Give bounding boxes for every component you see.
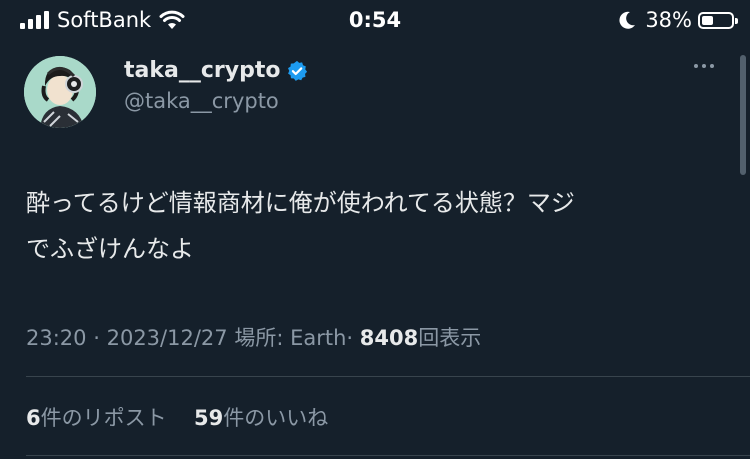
status-bar: SoftBank 0:54 38%: [0, 0, 750, 44]
engagement-stats: 6件のリポスト 59件のいいね: [26, 402, 328, 432]
view-label: 回表示: [418, 326, 482, 350]
right-status-group: 38%: [617, 8, 738, 32]
moon-icon: [619, 11, 636, 29]
battery-fill: [702, 15, 713, 25]
tweet-meta: 23:20 · 2023/12/27 場所: Earth· 8408回表示: [26, 322, 481, 352]
like-label: 件のいいね: [223, 406, 329, 430]
tweet-text: 酔ってるけど情報商材に俺が使われてる状態？マジ でふざけんなよ: [26, 180, 726, 272]
battery-percent: 38%: [645, 8, 692, 32]
meta-separator: ·: [346, 326, 354, 350]
tweet-text-line: でふざけんなよ: [26, 235, 194, 263]
handle[interactable]: @taka__crypto: [124, 89, 308, 113]
repost-label: 件のリポスト: [40, 406, 167, 430]
avatar-illustration: [24, 56, 96, 128]
meta-separator: ·: [93, 326, 100, 350]
tweet: taka__crypto @taka__crypto 酔ってるけど情報商材に俺が…: [0, 44, 750, 459]
author-info[interactable]: taka__crypto @taka__crypto: [124, 58, 308, 113]
location-label: 場所:: [234, 326, 284, 350]
name-row: taka__crypto: [124, 58, 308, 83]
like-stat[interactable]: 59件のいいね: [194, 406, 328, 430]
tweet-date[interactable]: 2023/12/27: [107, 326, 228, 350]
tweet-time[interactable]: 23:20: [26, 326, 87, 350]
tweet-text-line: 酔ってるけど情報商材に俺が使われてる状態？マジ: [26, 189, 575, 217]
more-options-icon[interactable]: [694, 64, 714, 68]
location-value: Earth: [290, 326, 347, 350]
display-name[interactable]: taka__crypto: [124, 58, 280, 83]
repost-stat[interactable]: 6件のリポスト: [26, 406, 167, 430]
verified-badge-icon: [288, 60, 308, 81]
divider: [26, 455, 750, 456]
scrollbar[interactable]: [740, 55, 746, 175]
view-count: 8408: [359, 326, 419, 350]
like-count: 59: [194, 406, 224, 430]
divider: [26, 376, 750, 377]
repost-count: 6: [26, 406, 41, 430]
avatar[interactable]: [24, 56, 96, 128]
battery-icon: [698, 11, 738, 29]
